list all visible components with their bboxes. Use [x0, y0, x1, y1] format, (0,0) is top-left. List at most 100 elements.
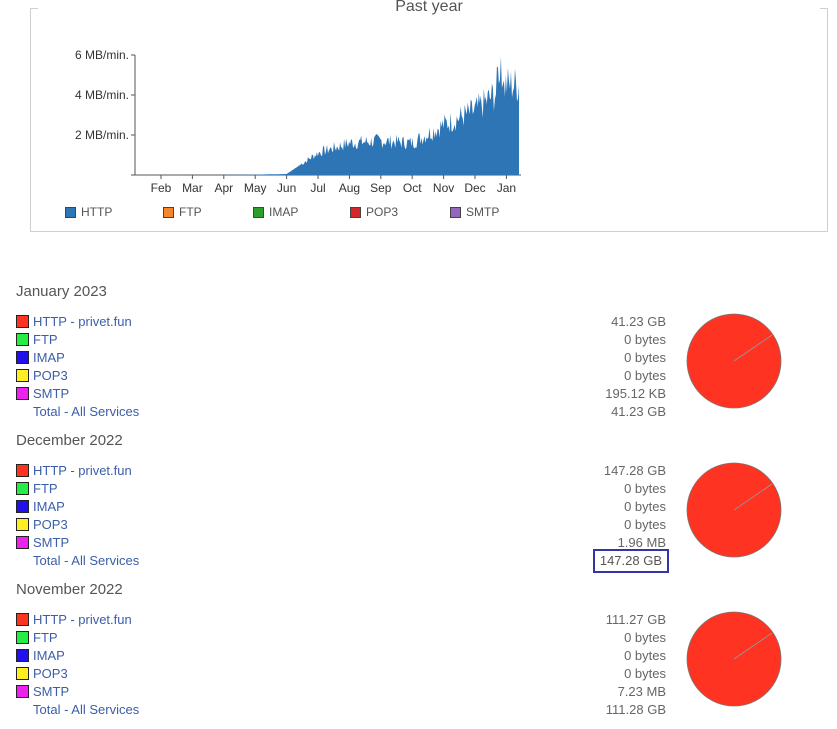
service-row: FTP 0 bytes	[16, 629, 666, 647]
service-value: 0 bytes	[624, 630, 666, 645]
month-title: January 2023	[16, 283, 107, 300]
service-row: IMAP 0 bytes	[16, 647, 666, 665]
service-link[interactable]: FTP	[33, 480, 58, 498]
service-value: 0 bytes	[624, 517, 666, 532]
x-tick-label: Sep	[370, 181, 392, 195]
month-section-december-2022: December 2022 HTTP - privet.fun 147.28 GB F…	[16, 432, 816, 573]
service-row: IMAP 0 bytes	[16, 349, 666, 367]
legend-item-imap[interactable]: IMAP	[253, 205, 298, 219]
service-link[interactable]: POP3	[33, 367, 68, 385]
service-value: 0 bytes	[624, 481, 666, 496]
x-tick-label: Apr	[214, 181, 233, 195]
service-link[interactable]: FTP	[33, 629, 58, 647]
service-value: 0 bytes	[624, 499, 666, 514]
service-row: HTTP - privet.fun 147.28 GB	[16, 462, 666, 480]
legend-item-ftp[interactable]: FTP	[163, 205, 202, 219]
service-value: 0 bytes	[624, 332, 666, 347]
service-color-swatch	[16, 500, 29, 513]
service-color-swatch	[16, 315, 29, 328]
service-value: 1.96 MB	[617, 535, 666, 550]
legend-label: FTP	[179, 205, 202, 219]
service-color-swatch	[16, 667, 29, 680]
x-tick-label: Dec	[464, 181, 485, 195]
service-color-swatch	[16, 631, 29, 644]
month-section-january-2023: January 2023 HTTP - privet.fun 41.23 GB FTP…	[16, 283, 816, 423]
legend-item-smtp[interactable]: SMTP	[450, 205, 499, 219]
y-tick-label: 6 MB/min.	[75, 48, 129, 62]
usage-pie-chart	[686, 313, 782, 409]
legend-label: HTTP	[81, 205, 113, 219]
x-tick-label: Mar	[182, 181, 203, 195]
total-all-services-link[interactable]: Total - All Services	[33, 701, 139, 719]
legend-swatch	[163, 206, 174, 218]
service-value: 7.23 MB	[617, 684, 666, 699]
service-link[interactable]: SMTP	[33, 385, 69, 403]
service-row: SMTP 195.12 KB	[16, 385, 666, 403]
traffic-chart-panel: Past year 6 MB/min. 4 MB/min. 2 MB/min. Feb…	[30, 0, 828, 232]
service-row: HTTP - privet.fun 111.27 GB	[16, 611, 666, 629]
service-value: 111.27 GB	[605, 612, 666, 627]
service-value: 195.12 KB	[605, 386, 666, 401]
legend-label: IMAP	[269, 205, 299, 219]
service-value: 41.23 GB	[611, 314, 666, 329]
legend-item-pop3[interactable]: POP3	[350, 205, 398, 219]
service-link[interactable]: HTTP - privet.fun	[33, 611, 132, 629]
traffic-chart: 6 MB/min. 4 MB/min. 2 MB/min. Feb Mar Apr May J…	[75, 48, 521, 195]
service-link[interactable]: SMTP	[33, 534, 69, 552]
month-title: November 2022	[16, 581, 123, 598]
x-tick-label: Oct	[403, 181, 422, 195]
service-value: 0 bytes	[624, 368, 666, 383]
legend-swatch	[253, 206, 264, 218]
service-color-swatch	[16, 649, 29, 662]
service-color-swatch	[16, 536, 29, 549]
service-link[interactable]: IMAP	[33, 647, 65, 665]
service-link[interactable]: POP3	[33, 665, 68, 683]
service-link[interactable]: SMTP	[33, 683, 69, 701]
total-all-services-link[interactable]: Total - All Services	[33, 552, 139, 570]
total-row: Total - All Services 147.28 GB	[16, 549, 670, 573]
x-tick-label: Jan	[497, 181, 516, 195]
x-tick-label: May	[244, 181, 267, 195]
total-value: 41.23 GB	[611, 404, 666, 419]
service-color-swatch	[16, 333, 29, 346]
legend-swatch	[450, 206, 461, 218]
service-link[interactable]: HTTP - privet.fun	[33, 462, 132, 480]
service-row: POP3 0 bytes	[16, 665, 666, 683]
x-tick-label: Feb	[151, 181, 172, 195]
service-link[interactable]: IMAP	[33, 498, 65, 516]
x-tick-label: Nov	[433, 181, 454, 195]
service-color-swatch	[16, 482, 29, 495]
service-row: POP3 0 bytes	[16, 516, 666, 534]
month-section-november-2022: November 2022 HTTP - privet.fun 111.27 GB F…	[16, 581, 816, 721]
service-value: 0 bytes	[624, 350, 666, 365]
service-value: 0 bytes	[624, 666, 666, 681]
month-title: December 2022	[16, 432, 123, 449]
service-color-swatch	[16, 464, 29, 477]
legend-label: POP3	[366, 205, 399, 219]
service-row: FTP 0 bytes	[16, 331, 666, 349]
x-tick-label: Jun	[277, 181, 296, 195]
total-row: Total - All Services 111.28 GB	[16, 701, 666, 719]
service-link[interactable]: POP3	[33, 516, 68, 534]
y-tick-label: 2 MB/min.	[75, 128, 129, 142]
y-tick-label: 4 MB/min.	[75, 88, 129, 102]
http-series-area	[137, 56, 519, 175]
legend-item-http[interactable]: HTTP	[65, 205, 112, 219]
service-value: 0 bytes	[624, 648, 666, 663]
service-color-swatch	[16, 685, 29, 698]
service-row: IMAP 0 bytes	[16, 498, 666, 516]
service-value: 147.28 GB	[603, 463, 666, 478]
total-value: 147.28 GB	[592, 549, 670, 573]
x-tick-label: Aug	[339, 181, 360, 195]
service-link[interactable]: HTTP - privet.fun	[33, 313, 132, 331]
total-all-services-link[interactable]: Total - All Services	[33, 403, 139, 421]
service-link[interactable]: IMAP	[33, 349, 65, 367]
service-color-swatch	[16, 369, 29, 382]
usage-pie-chart	[686, 611, 782, 707]
service-color-swatch	[16, 613, 29, 626]
legend-swatch	[350, 206, 361, 218]
service-row: SMTP 1.96 MB	[16, 534, 666, 552]
service-link[interactable]: FTP	[33, 331, 58, 349]
service-color-swatch	[16, 387, 29, 400]
chart-legend: HTTP FTP IMAP POP3 SMTP	[65, 205, 765, 221]
